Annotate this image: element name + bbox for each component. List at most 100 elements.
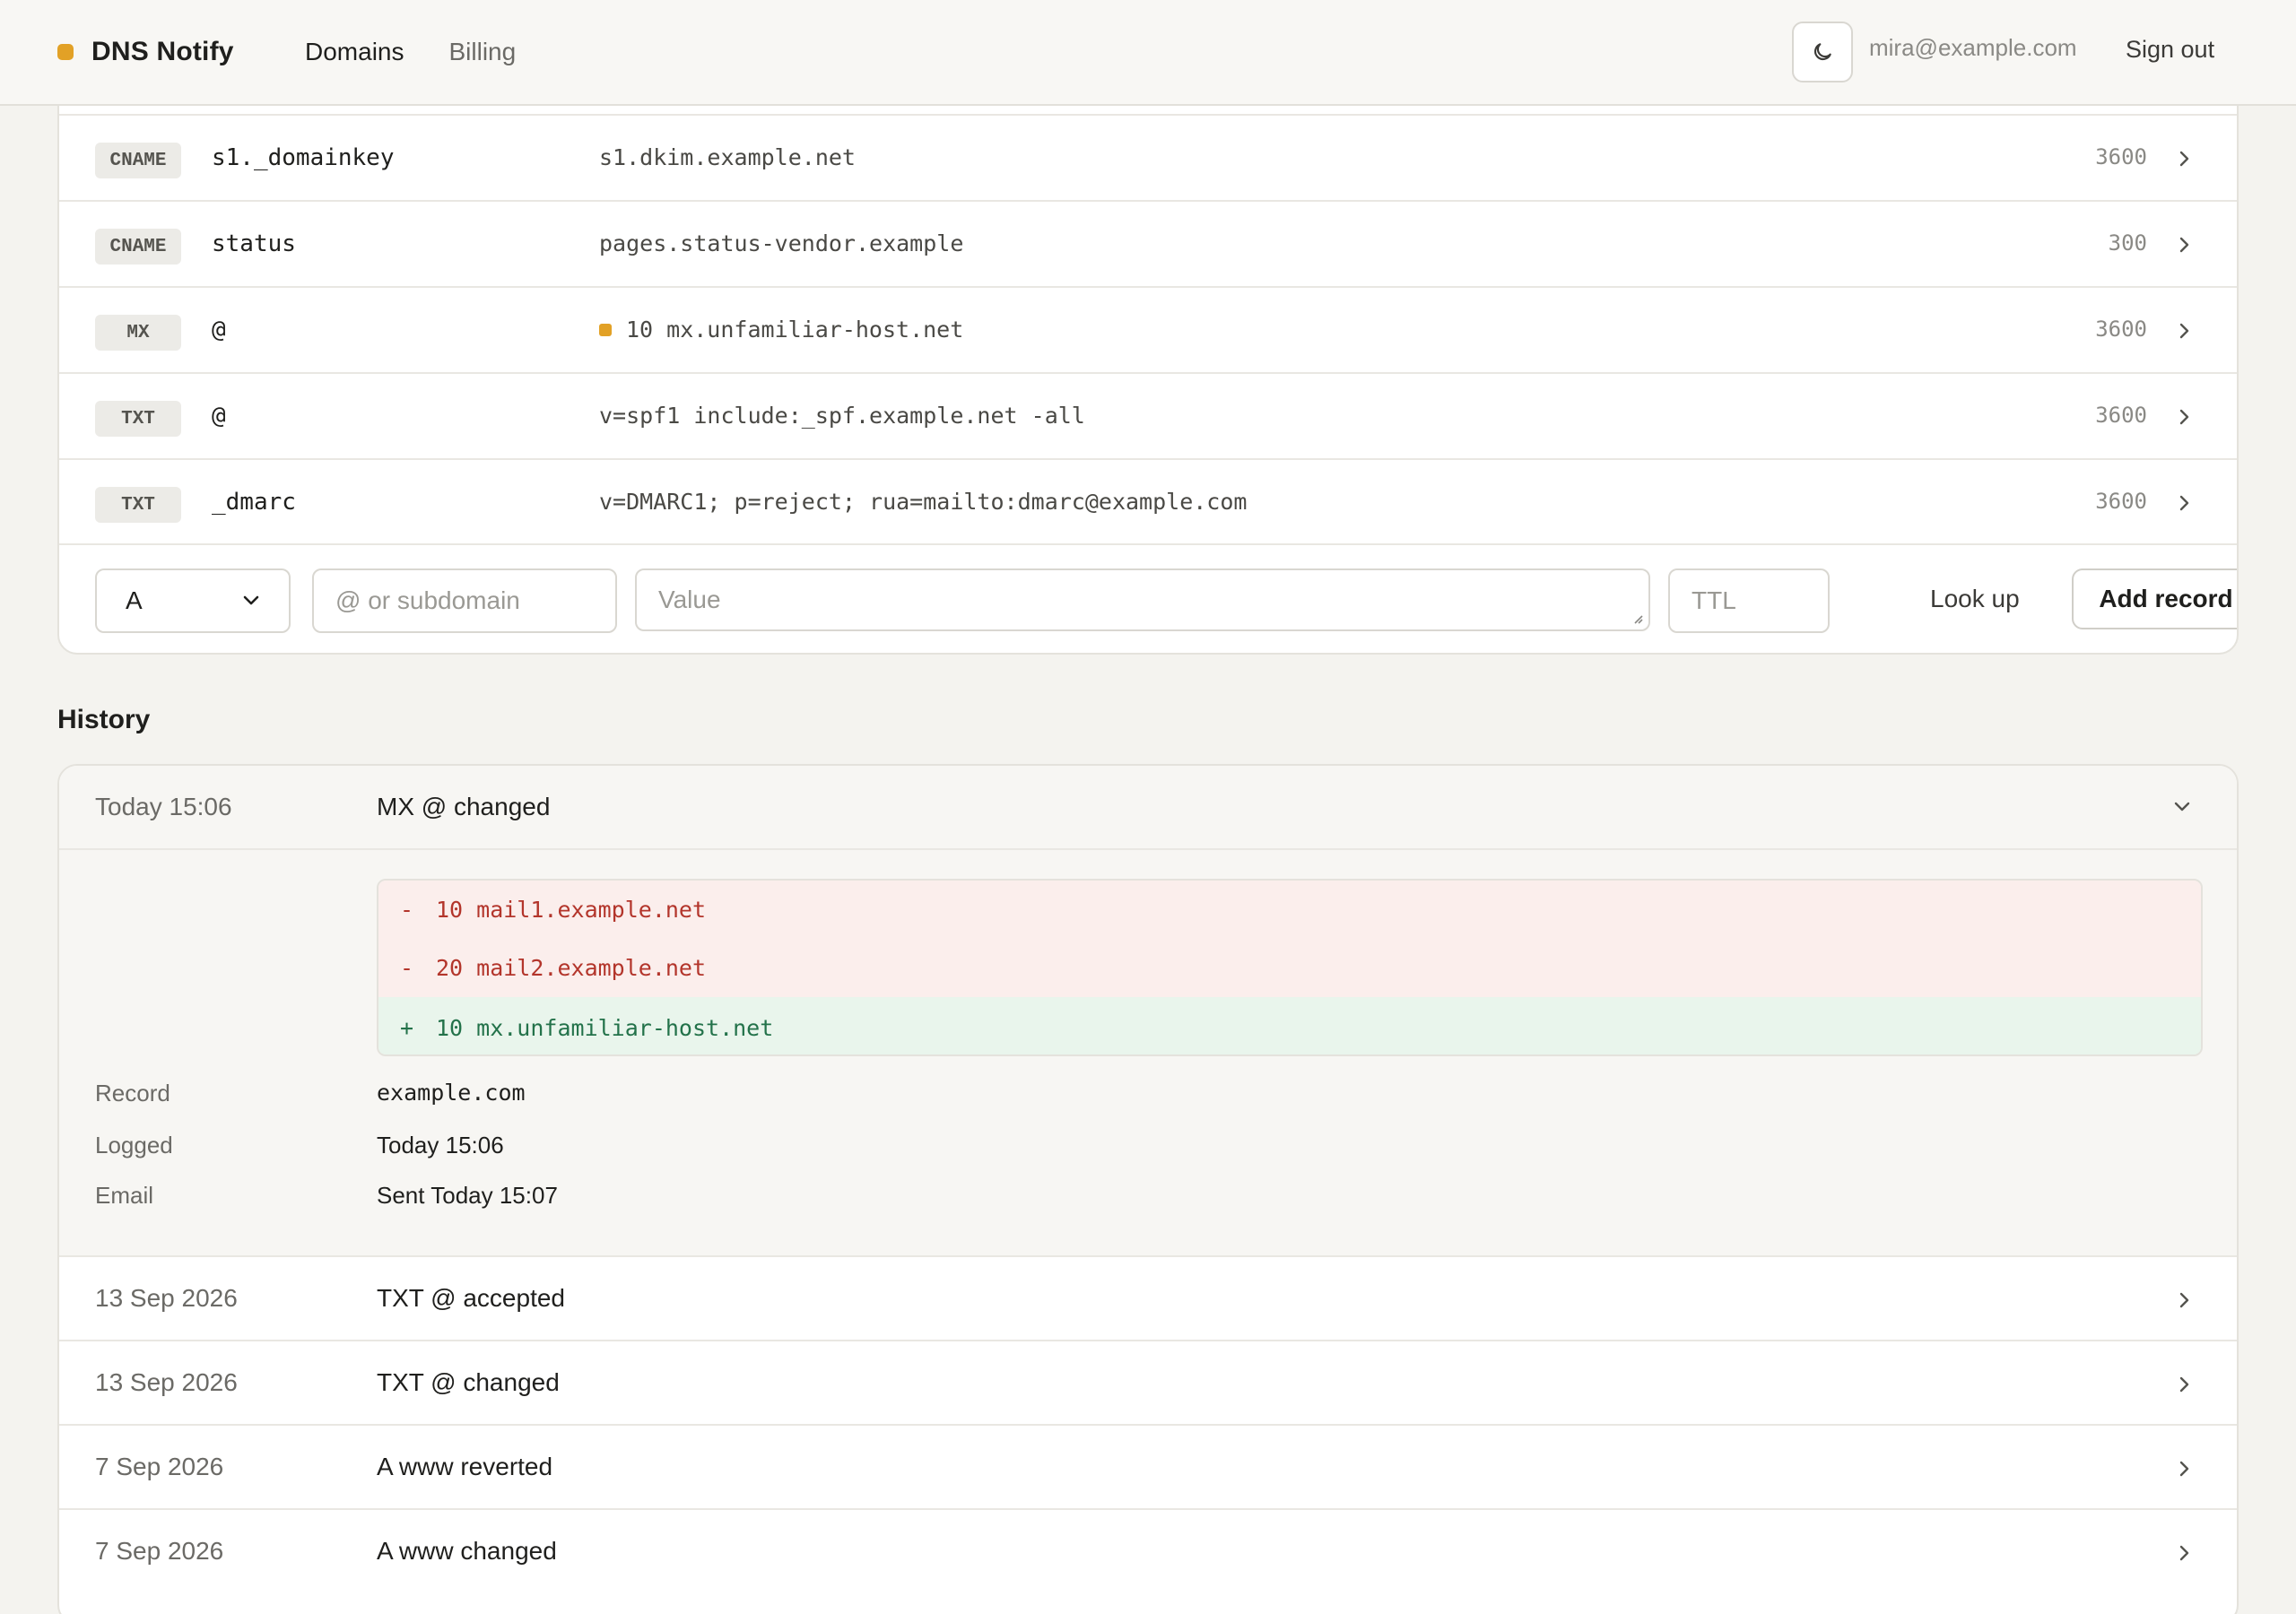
chevron-right-icon [2179,1545,2189,1561]
record-row[interactable]: MX @10 mx.unfamiliar-host.net 3600 [59,286,2237,371]
moon-icon [1813,43,1831,61]
history-summary: TXT @ accepted [377,1284,565,1312]
record-type-badge: CNAME [95,229,181,265]
record-type-value: A [126,586,143,614]
record-row[interactable]: TXT @ v=spf1 include:_spf.example.net -all… [59,372,2237,457]
record-name: status [212,230,296,257]
history-item[interactable]: 13 Sep 2026 TXT @ changed [59,1340,2237,1424]
nav-item-billing[interactable]: Billing [448,38,516,66]
record-value-text: v=DMARC1; p=reject; rua=mailto:dmarc@exa… [599,489,1248,515]
history-date: 7 Sep 2026 [95,1453,224,1480]
chevron-down-icon [243,595,259,605]
chevron-right-icon [2179,1292,2189,1308]
record-ttl-placeholder: TTL [1692,586,1736,614]
add-record-form: A @ or subdomain Value TTL Look up Add r… [59,543,2237,653]
brand-logo-icon [57,44,74,60]
diff-sign: - [400,955,414,981]
diff-sign: - [400,897,414,923]
diff-text: 10 mail1.example.net [436,897,707,923]
record-row[interactable]: TXT _dmarc v=DMARC1; p=reject; rua=mailto:… [59,458,2237,543]
brand[interactable]: DNS Notify [57,32,234,72]
record-name-placeholder: @ or subdomain [335,586,520,614]
record-value-text: pages.status-vendor.example [599,230,964,256]
history-summary: A www changed [377,1537,557,1565]
record-ttl: 300 [2108,230,2147,256]
history-item[interactable]: 13 Sep 2026 TXT @ accepted [59,1255,2237,1340]
record-name: @ [212,403,226,430]
history-summary: MX @ changed [377,793,551,820]
diff-text: 10 mx.unfamiliar-host.net [436,1014,774,1041]
record-type-badge: MX [95,315,181,351]
record-value-placeholder: Value [658,586,721,613]
record-row[interactable]: CNAME status pages.status-vendor.example 30… [59,200,2237,285]
record-type-badge: TXT [95,401,181,437]
meta-label-record: Record [95,1080,170,1106]
record-ttl: 3600 [2095,317,2147,342]
diff-sign: + [400,1014,414,1041]
record-value: v=spf1 include:_spf.example.net -all [599,403,1085,429]
record-ttl: 3600 [2095,403,2147,428]
chevron-down-icon [2174,802,2190,811]
diff-line-added: + 10 mx.unfamiliar-host.net [378,997,2201,1054]
history-title: History [57,705,151,734]
history-card: Today 15:06 MX @ changed - 10 mail1.exam… [57,764,2239,1614]
record-ttl: 3600 [2095,489,2147,514]
record-value: pages.status-vendor.example [599,230,963,256]
history-date: Today 15:06 [95,793,232,820]
sign-out-button[interactable]: Sign out [2126,36,2214,64]
record-type-select[interactable]: A [95,568,291,633]
chevron-right-icon [2179,151,2189,167]
record-value-text: v=spf1 include:_spf.example.net -all [599,403,1085,429]
app-name: DNS Notify [91,37,234,66]
record-ttl: 3600 [2095,144,2147,169]
record-value-text: s1.dkim.example.net [599,144,856,170]
top-bar: DNS Notify Domains Billing mira@example.… [0,0,2296,106]
look-up-button[interactable]: Look up [1930,585,2020,613]
theme-toggle-button[interactable] [1792,22,1853,82]
record-name: @ [212,317,226,343]
nav-item-domains[interactable]: Domains [305,38,404,66]
history-date: 13 Sep 2026 [95,1368,238,1396]
record-name: s1._domainkey [212,144,395,171]
dns-records-card: CNAME s1._domainkey s1.dkim.example.net 360… [57,54,2239,655]
history-item[interactable]: 7 Sep 2026 A www reverted [59,1424,2237,1508]
resize-handle-icon[interactable] [1631,612,1643,624]
meta-label-email: Email [95,1182,154,1209]
record-name: _dmarc [212,489,296,516]
chevron-right-icon [2179,1376,2189,1393]
record-value-text: 10 mx.unfamiliar-host.net [626,317,964,343]
record-diff: - 10 mail1.example.net - 20 mail2.exampl… [377,879,2203,1056]
record-ttl-input[interactable]: TTL [1668,568,1830,633]
diff-line-removed: - 10 mail1.example.net [378,881,2201,939]
chevron-right-icon [2179,237,2189,253]
record-value: 10 mx.unfamiliar-host.net [599,317,963,343]
history-date: 13 Sep 2026 [95,1284,238,1312]
chevron-right-icon [2179,1461,2189,1477]
record-value: v=DMARC1; p=reject; rua=mailto:dmarc@exa… [599,489,1247,515]
diff-line-removed: - 20 mail2.example.net [378,939,2201,997]
record-name-input[interactable]: @ or subdomain [312,568,617,633]
main-nav: Domains Billing [305,32,561,72]
history-date: 7 Sep 2026 [95,1537,224,1565]
chevron-right-icon [2179,323,2189,339]
history-item-detail: - 10 mail1.example.net - 20 mail2.exampl… [59,850,2237,1255]
history-summary: A www reverted [377,1453,553,1480]
history-summary: TXT @ changed [377,1368,560,1396]
record-row[interactable]: CNAME s1._domainkey s1.dkim.example.net 360… [59,114,2237,199]
history-item-expanded-header[interactable]: Today 15:06 MX @ changed [59,766,2237,850]
chevron-right-icon [2179,409,2189,425]
meta-value-record: example.com [377,1080,526,1106]
record-value: s1.dkim.example.net [599,144,856,170]
record-type-badge: TXT [95,487,181,523]
meta-value-logged: Today 15:06 [377,1132,504,1158]
add-record-button[interactable]: Add record [2072,568,2237,629]
warning-dot-icon [599,323,612,336]
meta-value-email: Sent Today 15:07 [377,1182,558,1209]
history-item[interactable]: 7 Sep 2026 A www changed [59,1508,2237,1592]
diff-text: 20 mail2.example.net [436,955,707,981]
record-value-input[interactable]: Value [635,568,1650,631]
user-email: mira@example.com [1869,34,2077,61]
record-type-badge: CNAME [95,143,181,178]
chevron-right-icon [2179,495,2189,511]
meta-label-logged: Logged [95,1132,173,1158]
